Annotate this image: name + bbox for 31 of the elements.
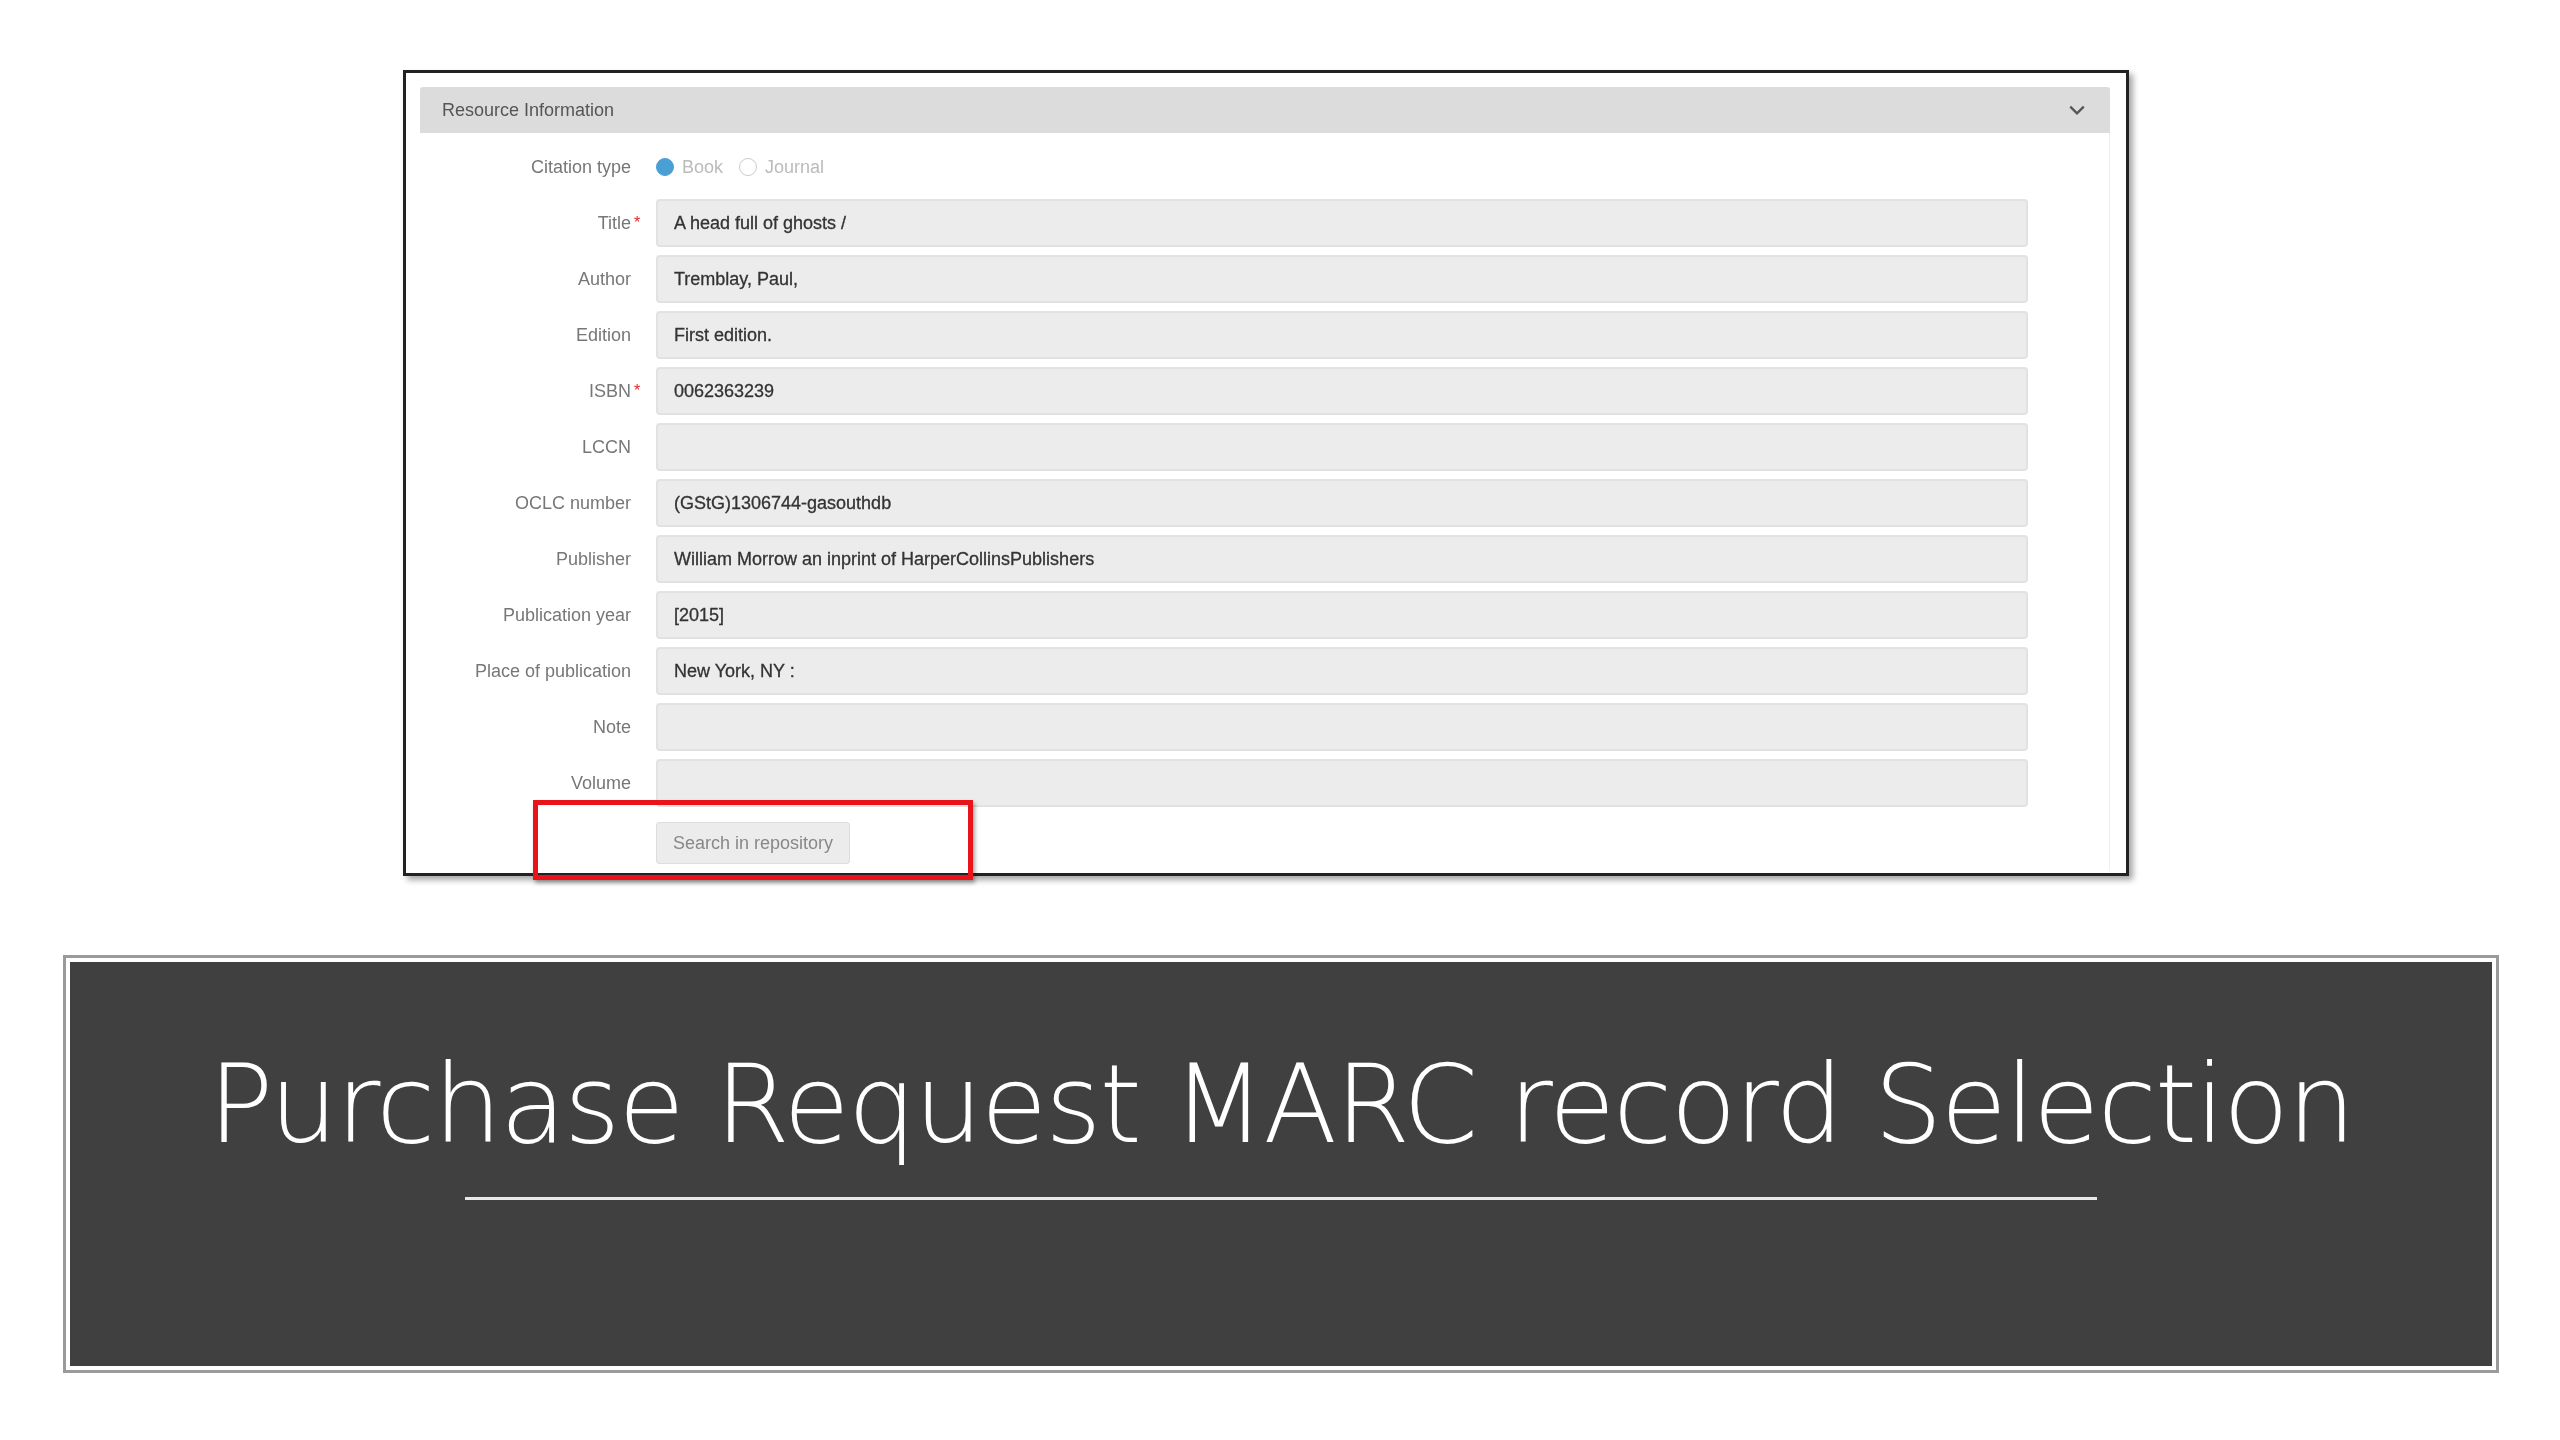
field-label: Publication year [502, 604, 631, 626]
field-label: Citation type [530, 156, 631, 178]
field-label: Edition [575, 324, 631, 346]
input-field[interactable]: (GStG)1306744-gasouthdb [656, 479, 2028, 527]
field-label: Author [577, 268, 631, 290]
field-label: Note [592, 716, 631, 738]
field-label: Place of publication [474, 660, 631, 682]
input-field[interactable]: New York, NY : [656, 647, 2028, 695]
field-label: OCLC number [514, 492, 631, 514]
field-label: LCCN [582, 436, 631, 458]
slide-title: Purchase Request MARC record Selection [208, 1042, 2354, 1167]
input-field[interactable]: [2015] [656, 591, 2028, 639]
input-field[interactable] [656, 703, 2028, 751]
field-label: Volume [570, 772, 631, 794]
input-field[interactable]: First edition. [656, 311, 2028, 359]
required-marker: * [632, 382, 642, 400]
input-field[interactable]: William Morrow an inprint of HarperCollinsPublishers [656, 535, 2028, 583]
radio-button[interactable] [739, 158, 758, 176]
input-field[interactable] [656, 759, 2028, 807]
input-field[interactable]: A head full of ghosts / [656, 199, 2028, 247]
required-marker: * [632, 214, 642, 232]
input-field[interactable]: 0062363239 [656, 367, 2028, 415]
field-label: Title [597, 212, 631, 234]
field-label: Publisher [555, 548, 631, 570]
input-field[interactable] [656, 423, 2028, 471]
panel-title: Resource Information [442, 99, 615, 121]
panel-header[interactable]: Resource Information [420, 87, 2110, 133]
input-field[interactable]: Tremblay, Paul, [656, 255, 2028, 303]
radio-button[interactable] [656, 158, 674, 176]
field-label: ISBN [589, 380, 631, 402]
chevron-down-icon[interactable] [2068, 104, 2086, 116]
